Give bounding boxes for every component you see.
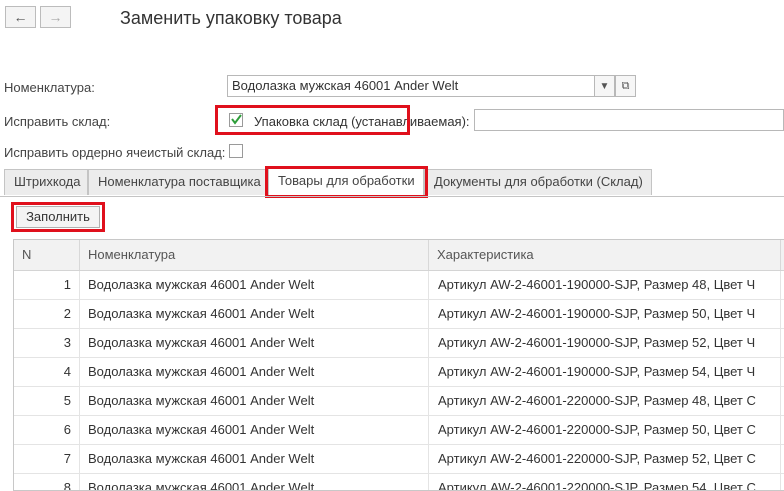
arrow-right-icon: → <box>48 9 63 25</box>
row-characteristic: Артикул AW-2-46001-220000-SJP, Размер 52… <box>429 445 781 473</box>
row-number: 3 <box>14 329 80 357</box>
page-title: Заменить упаковку товара <box>120 8 342 28</box>
row-nomenclature: Водолазка мужская 46001 Ander Welt <box>80 329 429 357</box>
tab-goods-for-processing[interactable]: Товары для обработки <box>268 168 424 196</box>
chevron-down-icon: ▼ <box>599 80 610 92</box>
table-row[interactable]: 4 Водолазка мужская 46001 Ander Welt Артик… <box>14 358 784 387</box>
row-number: 8 <box>14 474 80 490</box>
row-characteristic: Артикул AW-2-46001-190000-SJP, Размер 50… <box>429 300 781 328</box>
table-row[interactable]: 6 Водолазка мужская 46001 Ander Welt Артик… <box>14 416 784 445</box>
open-window-icon: ⧉ <box>621 79 630 92</box>
row-nomenclature: Водолазка мужская 46001 Ander Welt <box>80 416 429 444</box>
warehouse-packaging-field[interactable] <box>474 109 784 131</box>
row-number: 2 <box>14 300 80 328</box>
tab-barcodes[interactable]: Штрихкода <box>4 169 88 195</box>
fix-warehouse-checkbox[interactable] <box>229 113 243 127</box>
open-button[interactable]: ⧉ <box>615 75 636 97</box>
checkmark-icon <box>231 114 242 125</box>
goods-table: N Номенклатура Характеристика 1 Водолазка… <box>13 239 784 491</box>
row-nomenclature: Водолазка мужская 46001 Ander Welt <box>80 387 429 415</box>
row-characteristic: Артикул AW-2-46001-190000-SJP, Размер 48… <box>429 271 781 299</box>
row-nomenclature: Водолазка мужская 46001 Ander Welt <box>80 445 429 473</box>
nomenclature-label: Номенклатура: <box>4 80 95 95</box>
table-header: N Номенклатура Характеристика <box>14 240 784 271</box>
fix-warehouse-label: Исправить склад: <box>4 114 111 129</box>
nomenclature-field[interactable]: Водолазка мужская 46001 Ander Welt <box>227 75 595 97</box>
table-row[interactable]: 1 Водолазка мужская 46001 Ander Welt Артик… <box>14 271 784 300</box>
tab-supplier-nomenclature[interactable]: Номенклатура поставщика <box>88 169 268 195</box>
row-nomenclature: Водолазка мужская 46001 Ander Welt <box>80 271 429 299</box>
arrow-left-icon: ← <box>13 9 28 25</box>
warehouse-packaging-label: Упаковка склад (устанавливаемая): <box>254 114 470 129</box>
row-number: 4 <box>14 358 80 386</box>
row-nomenclature: Водолазка мужская 46001 Ander Welt <box>80 300 429 328</box>
fill-button[interactable]: Заполнить <box>16 206 100 228</box>
row-number: 5 <box>14 387 80 415</box>
row-nomenclature: Водолазка мужская 46001 Ander Welt <box>80 358 429 386</box>
table-row[interactable]: 7 Водолазка мужская 46001 Ander Welt Артик… <box>14 445 784 474</box>
row-number: 6 <box>14 416 80 444</box>
tab-divider <box>0 196 784 197</box>
column-header-n[interactable]: N <box>14 240 80 270</box>
row-characteristic: Артикул AW-2-46001-220000-SJP, Размер 48… <box>429 387 781 415</box>
row-number: 1 <box>14 271 80 299</box>
fix-cell-warehouse-label: Исправить ордерно ячеистый склад: <box>4 145 226 160</box>
column-header-nomenclature[interactable]: Номенклатура <box>80 240 429 270</box>
row-characteristic: Артикул AW-2-46001-220000-SJP, Размер 50… <box>429 416 781 444</box>
column-header-characteristic[interactable]: Характеристика <box>429 240 781 270</box>
table-row[interactable]: 2 Водолазка мужская 46001 Ander Welt Артик… <box>14 300 784 329</box>
row-characteristic: Артикул AW-2-46001-190000-SJP, Размер 52… <box>429 329 781 357</box>
table-row[interactable]: 5 Водолазка мужская 46001 Ander Welt Артик… <box>14 387 784 416</box>
row-characteristic: Артикул AW-2-46001-220000-SJP, Размер 54… <box>429 474 781 490</box>
row-number: 7 <box>14 445 80 473</box>
forward-button[interactable]: → <box>40 6 71 28</box>
table-row[interactable]: 8 Водолазка мужская 46001 Ander Welt Артик… <box>14 474 784 490</box>
fix-cell-warehouse-checkbox[interactable] <box>229 144 243 158</box>
table-row[interactable]: 3 Водолазка мужская 46001 Ander Welt Артик… <box>14 329 784 358</box>
back-button[interactable]: ← <box>5 6 36 28</box>
row-nomenclature: Водолазка мужская 46001 Ander Welt <box>80 474 429 490</box>
row-characteristic: Артикул AW-2-46001-190000-SJP, Размер 54… <box>429 358 781 386</box>
dropdown-button[interactable]: ▼ <box>594 75 615 97</box>
tab-documents-for-processing[interactable]: Документы для обработки (Склад) <box>424 169 652 195</box>
